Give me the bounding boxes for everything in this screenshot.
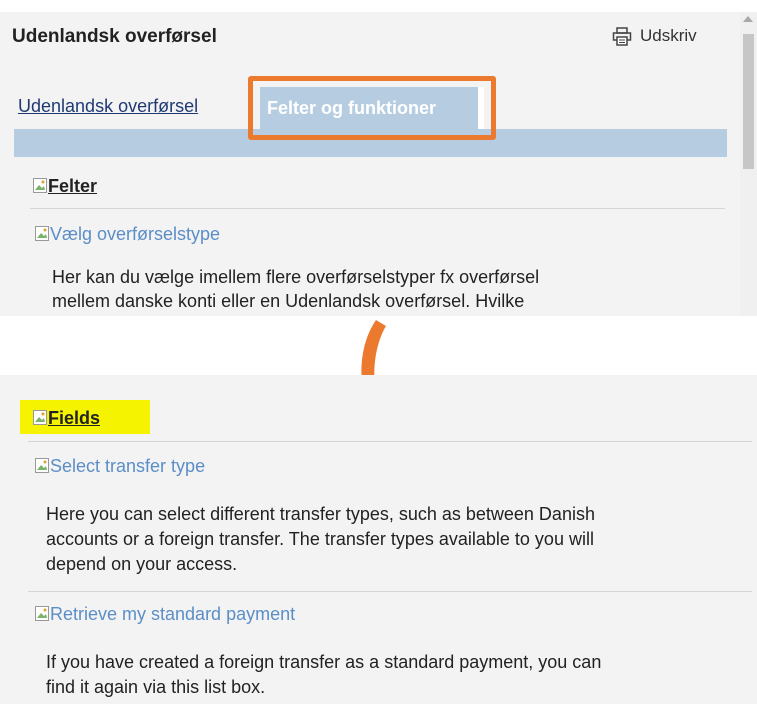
field-select-transfer-type-link[interactable]: Select transfer type: [35, 456, 205, 477]
print-button[interactable]: Udskriv: [612, 26, 697, 46]
description-line: mellem danske konti eller en Udenlandsk …: [52, 291, 525, 311]
section-fields-link[interactable]: Fields: [33, 408, 100, 429]
scrollbar[interactable]: [740, 12, 757, 316]
scroll-thumb[interactable]: [743, 34, 754, 169]
tab-content-bar: [14, 129, 727, 157]
field-retrieve-standard-payment-label: Retrieve my standard payment: [50, 604, 296, 624]
section-fields-label: Fields: [48, 408, 101, 428]
divider: [28, 441, 752, 442]
scroll-up-arrow-icon[interactable]: [743, 16, 753, 22]
page-title: Udenlandsk overførsel: [12, 26, 217, 47]
broken-image-icon: [35, 458, 49, 473]
printer-icon: [612, 26, 632, 46]
select-transfer-type-description: Here you can select different transfer t…: [46, 502, 746, 577]
description-line: If you have created a foreign transfer a…: [46, 652, 602, 672]
tab-udenlandsk-overforsel[interactable]: Udenlandsk overførsel: [18, 96, 198, 117]
tab-label: Felter og funktioner: [267, 97, 437, 118]
field-vaelg-label: Vælg overførselstype: [50, 224, 221, 244]
print-label: Udskriv: [640, 26, 697, 45]
description-line: accounts or a foreign transfer. The tran…: [46, 529, 594, 549]
description-line: Her kan du vælge imellem flere overførse…: [52, 267, 540, 287]
broken-image-icon: [35, 226, 49, 241]
description-line: Here you can select different transfer t…: [46, 504, 595, 524]
section-felter-link[interactable]: Felter: [33, 176, 97, 197]
broken-image-icon: [33, 178, 47, 193]
danish-help-panel: Udenlandsk overførsel Udskriv Udenlandsk…: [0, 0, 757, 316]
field-vaelg-overforselstype-link[interactable]: Vælg overførselstype: [35, 224, 220, 245]
danish-description: Her kan du vælge imellem flere overførse…: [52, 265, 539, 313]
tab-felter-og-funktioner[interactable]: Felter og funktioner: [260, 87, 484, 129]
broken-image-icon: [35, 606, 49, 621]
tab-edge: [478, 87, 484, 129]
field-select-transfer-type-label: Select transfer type: [50, 456, 206, 476]
section-felter-label: Felter: [48, 176, 98, 196]
divider: [30, 208, 725, 209]
divider: [28, 591, 752, 592]
broken-image-icon: [33, 410, 47, 425]
description-line: find it again via this list box.: [46, 677, 266, 697]
field-retrieve-standard-payment-link[interactable]: Retrieve my standard payment: [35, 604, 295, 625]
retrieve-standard-payment-description: If you have created a foreign transfer a…: [46, 650, 746, 700]
top-strip: [0, 0, 757, 12]
description-line: depend on your access.: [46, 554, 238, 574]
